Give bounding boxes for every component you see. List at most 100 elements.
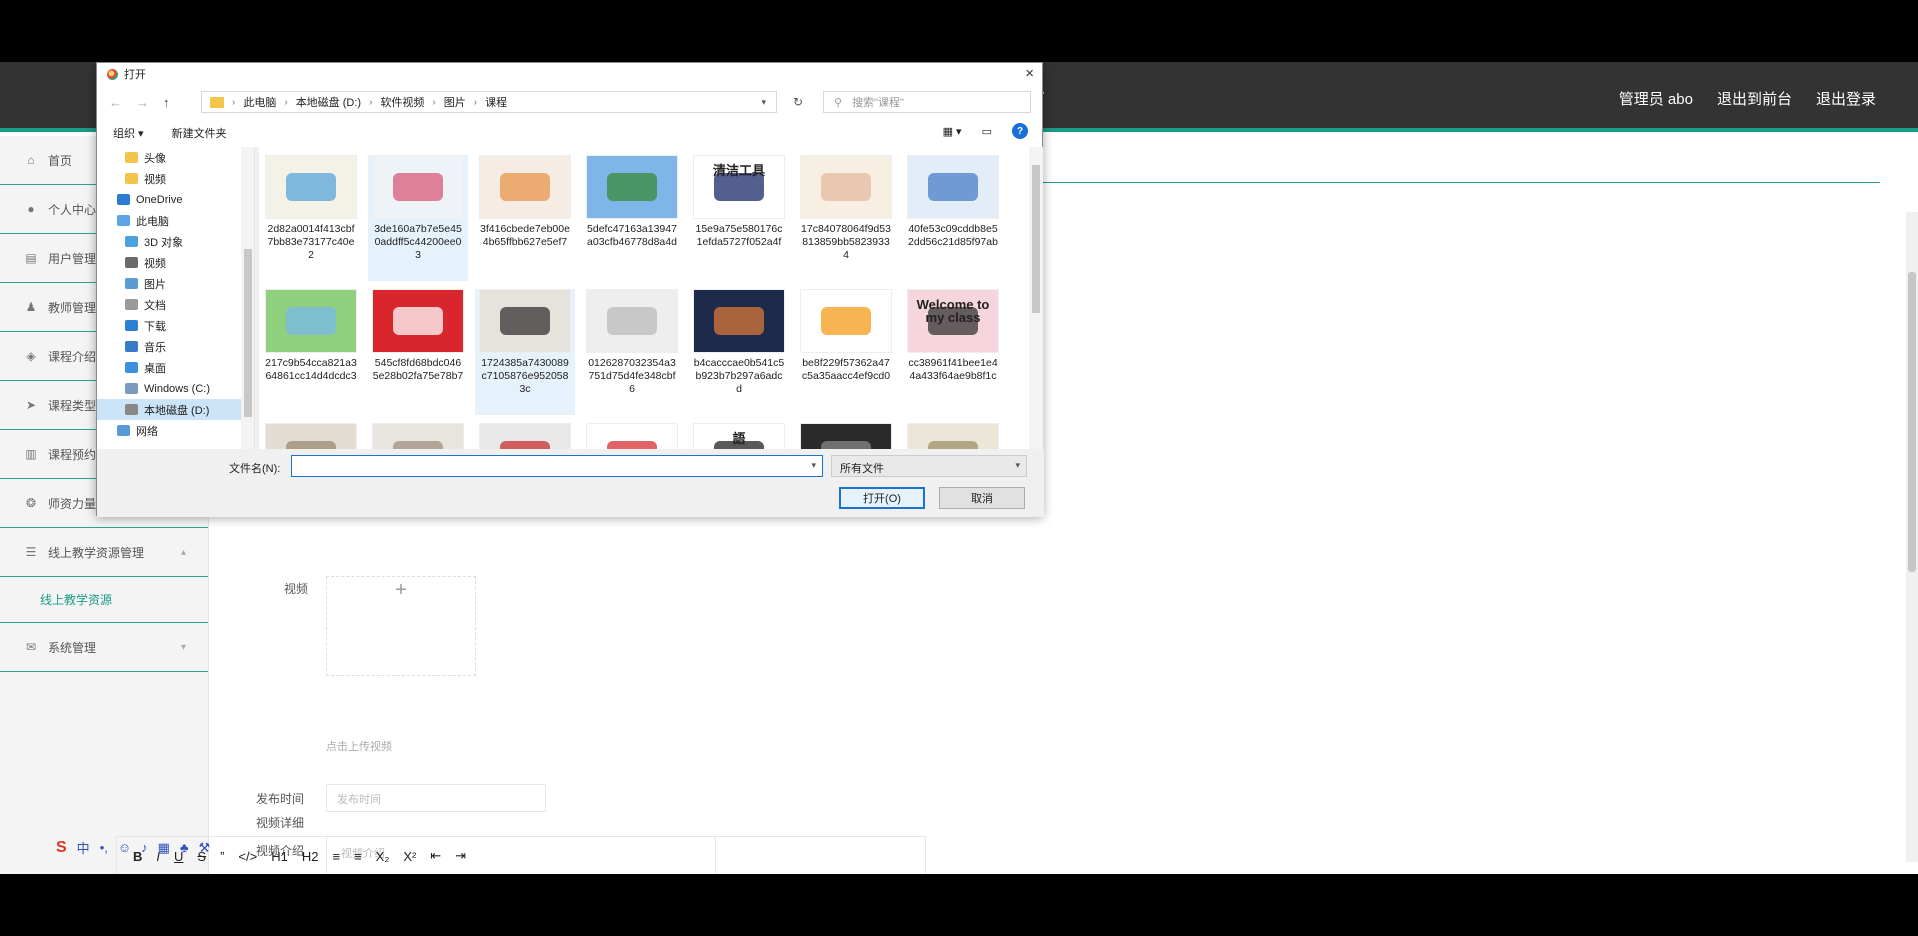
breadcrumb-drive-d[interactable]: 本地磁盘 (D:) <box>296 94 361 110</box>
file-item[interactable] <box>475 423 575 449</box>
file-item[interactable]: 3de160a7b7e5e450addff5c44200ee03 <box>368 155 468 281</box>
close-icon[interactable]: × <box>1025 65 1034 82</box>
file-item[interactable]: 217c9b54cca821a364861cc14d4dcdc3 <box>261 289 361 415</box>
organize-button[interactable]: 组织 ▾ <box>113 125 144 141</box>
nav-item[interactable]: 网络 <box>97 420 254 441</box>
image-thumbnail <box>907 155 999 219</box>
file-item[interactable] <box>368 423 468 449</box>
h1-icon[interactable]: H1 <box>271 849 288 864</box>
file-item[interactable]: 17c84078064f9d53813859bb58239334 <box>796 155 896 281</box>
scrollbar-thumb[interactable] <box>1032 165 1040 313</box>
folder-icon <box>125 320 138 331</box>
breadcrumb-software-video[interactable]: 软件视频 <box>380 94 424 110</box>
file-item[interactable] <box>796 423 896 449</box>
new-folder-button[interactable]: 新建文件夹 <box>172 125 227 141</box>
bullet-list-icon[interactable]: ≡ <box>354 849 362 864</box>
wrench-icon[interactable]: ⚒ <box>198 840 210 856</box>
nav-item[interactable]: Windows (C:) <box>97 378 254 399</box>
file-item[interactable]: be8f229f57362a47c5a35aacc4ef9cd0 <box>796 289 896 415</box>
nav-item[interactable]: 下载 <box>97 315 254 336</box>
forward-arrow-icon[interactable]: → <box>136 95 149 110</box>
preview-pane-icon[interactable]: ▭ <box>982 125 992 138</box>
punctuation-icon[interactable]: •, <box>100 840 108 855</box>
outdent-icon[interactable]: ⇤ <box>430 848 441 864</box>
emoji-icon[interactable]: ☺ <box>118 840 131 855</box>
file-item[interactable]: b4cacccae0b541c5b923b7b297a6adcd <box>689 289 789 415</box>
filetype-select[interactable]: 所有文件 ▾ <box>831 455 1027 477</box>
file-item[interactable]: 2d82a0014f413cbf7bb83e73177c40e2 <box>261 155 361 281</box>
nav-item[interactable]: 头像 <box>97 147 254 168</box>
user-icon: ● <box>27 202 35 216</box>
nav-item[interactable]: 视频 <box>97 252 254 273</box>
file-item[interactable] <box>261 423 361 449</box>
file-item[interactable]: 0126287032354a3751d75d4fe348cbf6 <box>582 289 682 415</box>
nav-item[interactable]: 3D 对象 <box>97 231 254 252</box>
file-item[interactable]: 清洁工具 15e9a75e580176c1efda5727f052a4f <box>689 155 789 281</box>
nav-item[interactable]: 此电脑 <box>97 210 254 231</box>
ordered-list-icon[interactable]: ≡ <box>332 849 340 864</box>
nav-item[interactable]: 视频 <box>97 168 254 189</box>
back-arrow-icon[interactable]: ← <box>109 95 122 110</box>
breadcrumb-this-pc[interactable]: 此电脑 <box>243 94 276 110</box>
nav-item[interactable]: 图片 <box>97 273 254 294</box>
nav-item[interactable]: 本地磁盘 (D:) <box>97 399 254 420</box>
sidebar-item-online-resources[interactable]: ☰ 线上教学资源管理 ▴ <box>0 528 208 577</box>
file-item[interactable]: Welcome to my class cc38961f41bee1e44a433… <box>903 289 1003 415</box>
publish-time-input[interactable]: 发布时间 <box>326 784 546 812</box>
h2-icon[interactable]: H2 <box>302 849 319 864</box>
file-item[interactable]: 1724385a7430089c7105876e9520583c <box>475 289 575 415</box>
nav-item[interactable]: 文档 <box>97 294 254 315</box>
folder-icon <box>117 215 130 226</box>
sidebar-subitem-online-resources[interactable]: 线上教学资源 <box>0 577 208 623</box>
file-item[interactable]: 語 <box>689 423 789 449</box>
file-item[interactable]: 3f416cbede7eb00e4b65ffbb627e5ef7 <box>475 155 575 281</box>
folder-icon <box>125 383 138 394</box>
code-icon[interactable]: </> <box>238 849 257 864</box>
skin-icon[interactable]: ♣ <box>180 840 189 855</box>
search-input[interactable]: 搜索"课程" <box>852 94 904 110</box>
nav-item[interactable]: 音乐 <box>97 336 254 357</box>
chevron-right-icon: › <box>473 96 478 108</box>
subscript-icon[interactable]: X₂ <box>376 849 390 864</box>
help-icon[interactable]: ? <box>1012 123 1028 139</box>
keyboard-icon[interactable]: ▦ <box>158 840 170 856</box>
publish-time-label: 发布时间 <box>256 792 305 806</box>
sidebar-item-system[interactable]: ✉ 系统管理 ▾ <box>0 623 208 672</box>
up-arrow-icon[interactable]: ↑ <box>163 95 170 110</box>
sidebar-item-label: 师资力量 <box>48 496 97 511</box>
chevron-down-icon[interactable]: ▾ <box>761 97 766 108</box>
filename-input[interactable]: ▾ <box>291 455 823 477</box>
superscript-icon[interactable]: X² <box>403 849 416 864</box>
video-upload-box[interactable]: + <box>326 576 476 676</box>
address-bar[interactable]: › 此电脑 › 本地磁盘 (D:) › 软件视频 › 图片 › 课程 ▾ <box>201 91 777 113</box>
search-box[interactable]: ⚲ 搜索"课程" <box>823 91 1031 113</box>
microphone-icon[interactable]: ♪ <box>141 840 148 855</box>
chevron-down-icon[interactable]: ▾ <box>811 460 816 471</box>
nav-item[interactable]: 桌面 <box>97 357 254 378</box>
to-front-link[interactable]: 退出到前台 <box>1717 88 1792 109</box>
logout-link[interactable]: 退出登录 <box>1816 88 1876 109</box>
file-item[interactable]: 545cf8fd68bdc0465e28b02fa75e78b7 <box>368 289 468 415</box>
quote-icon[interactable]: ” <box>220 849 224 864</box>
cancel-button[interactable]: 取消 <box>939 487 1025 509</box>
refresh-icon[interactable]: ↻ <box>793 95 803 109</box>
breadcrumb-pictures[interactable]: 图片 <box>444 94 466 110</box>
open-button[interactable]: 打开(O) <box>839 487 925 509</box>
nav-item-label: 音乐 <box>144 341 166 354</box>
file-name: 1724385a7430089c7105876e9520583c <box>481 357 569 395</box>
page-scrollbar[interactable] <box>1906 212 1918 862</box>
file-scrollbar[interactable] <box>1029 147 1043 449</box>
file-item[interactable]: 40fe53c09cddb8e52dd56c21d85f97ab <box>903 155 1003 281</box>
ime-language[interactable]: 中 <box>77 838 90 857</box>
scrollbar-thumb[interactable] <box>244 249 252 417</box>
scrollbar-thumb[interactable] <box>1908 272 1916 572</box>
file-item[interactable] <box>903 423 1003 449</box>
nav-item[interactable]: OneDrive <box>97 189 254 210</box>
sogou-logo-icon[interactable]: S <box>56 839 67 857</box>
file-item[interactable] <box>582 423 682 449</box>
file-item[interactable]: 5defc47163a13947a03cfb46778d8a4d <box>582 155 682 281</box>
nav-scrollbar[interactable] <box>241 147 254 449</box>
view-options-icon[interactable]: ▦ ▾ <box>943 125 962 138</box>
indent-icon[interactable]: ⇥ <box>455 848 466 864</box>
breadcrumb-course[interactable]: 课程 <box>485 94 507 110</box>
